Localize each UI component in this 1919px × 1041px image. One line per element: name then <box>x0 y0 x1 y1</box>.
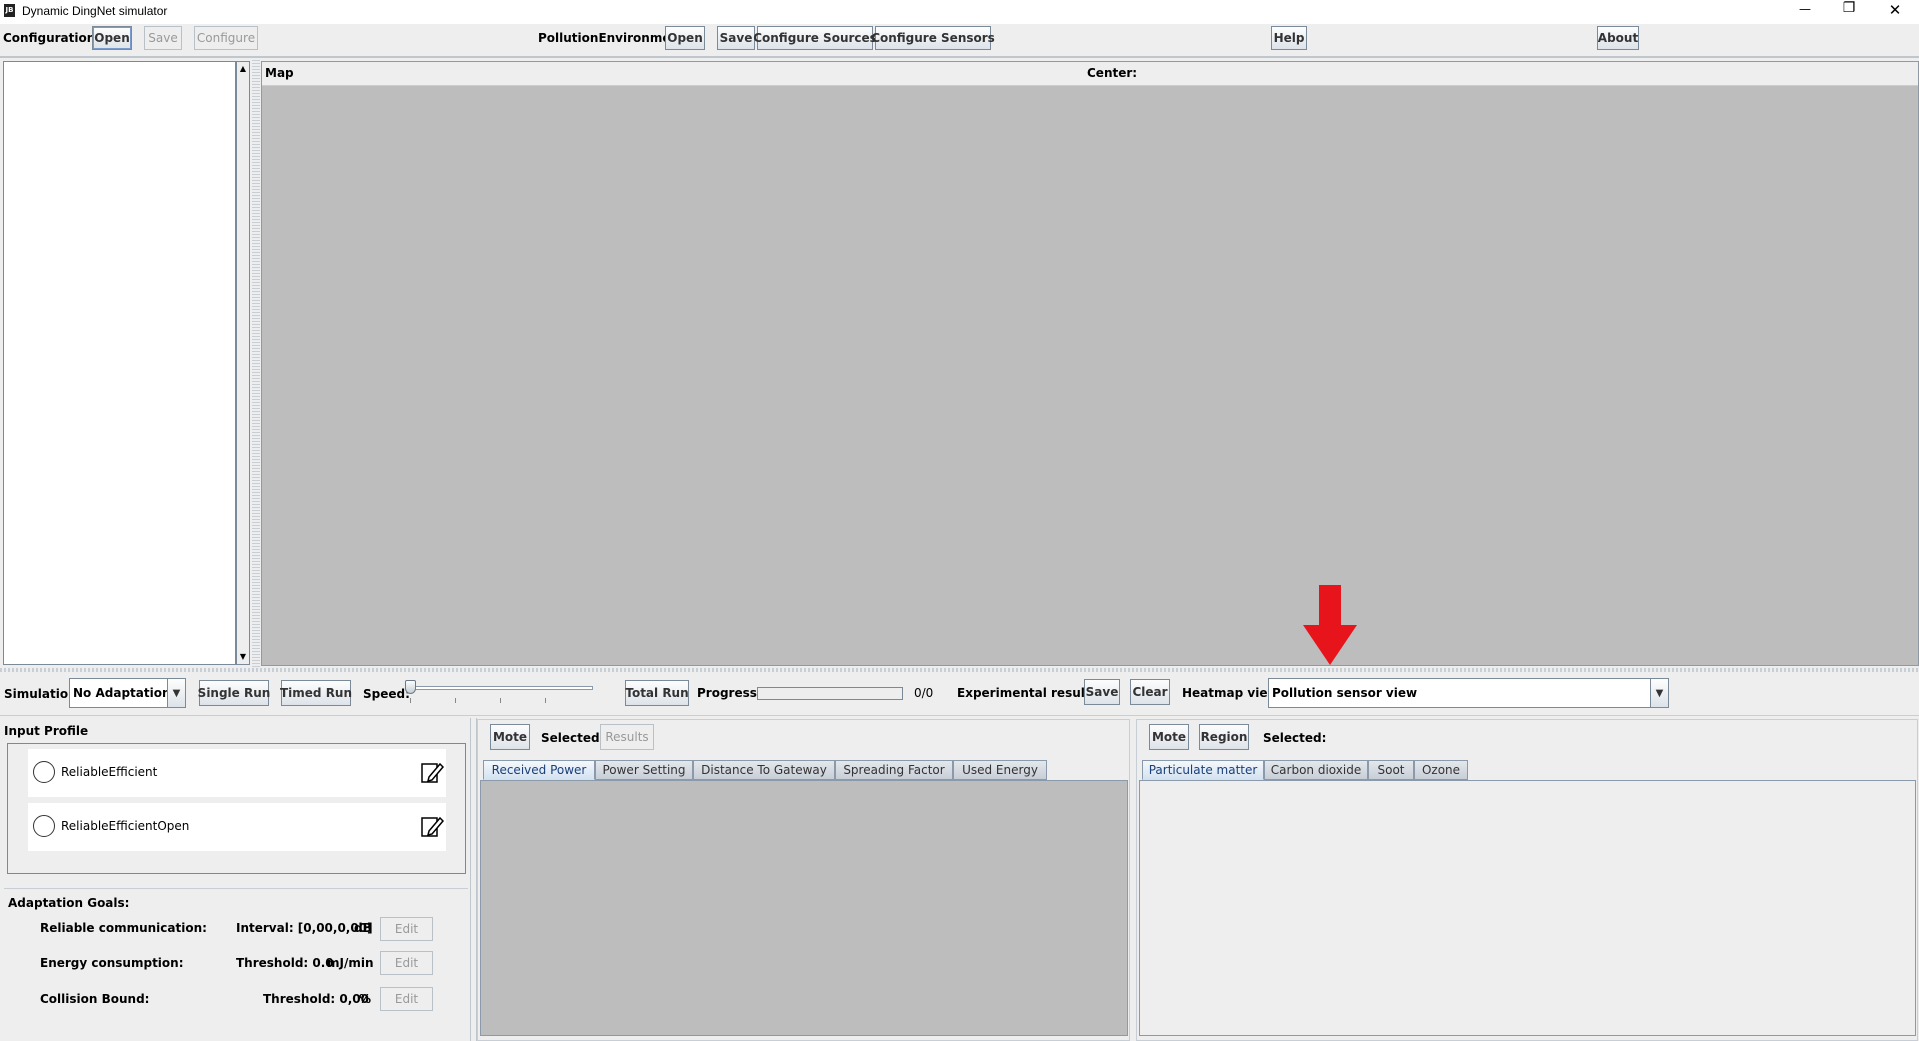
map-title: Map <box>265 66 294 80</box>
edit-icon[interactable] <box>420 759 444 785</box>
input-profile-list: ReliableEfficient ReliableEfficientOpen <box>7 743 466 874</box>
chevron-down-icon[interactable]: ▼ <box>167 679 185 707</box>
goal-value: Interval: [0,00,0,00] <box>236 921 373 935</box>
split-pane-divider[interactable] <box>252 58 260 668</box>
scroll-down-icon[interactable]: ▼ <box>237 650 249 664</box>
profile-radio[interactable] <box>33 761 55 783</box>
mote-chart-area <box>480 780 1128 1036</box>
profile-name: ReliableEfficientOpen <box>61 819 190 833</box>
map-panel: Map Center: <box>261 61 1919 666</box>
scroll-up-icon[interactable]: ▲ <box>237 62 249 76</box>
slider-track <box>405 686 593 690</box>
progress-text: 0/0 <box>914 686 934 700</box>
tab-spreading-factor[interactable]: Spreading Factor <box>835 760 953 780</box>
configure-sensors-button[interactable]: Configure Sensors <box>871 26 995 50</box>
about-button[interactable]: About <box>1597 26 1639 50</box>
goal-value: Threshold: 0,00 <box>263 992 370 1006</box>
heatmap-view-value: Pollution sensor view <box>1272 686 1418 700</box>
goal-value: Threshold: 0.0 <box>236 956 334 970</box>
profile-name: ReliableEfficient <box>61 765 158 779</box>
profile-item[interactable]: ReliableEfficient <box>28 749 446 797</box>
config-open-button[interactable]: Open <box>92 26 132 50</box>
goal-name: Energy consumption: <box>40 956 184 970</box>
tab-particulate-matter[interactable]: Particulate matter <box>1142 760 1264 780</box>
help-button[interactable]: Help <box>1271 26 1307 50</box>
close-icon[interactable]: ✕ <box>1880 1 1910 19</box>
goal-unit: dB <box>354 921 372 935</box>
configuration-tree[interactable] <box>3 61 236 665</box>
goal-edit-button[interactable]: Edit <box>380 987 433 1011</box>
slider-thumb[interactable] <box>405 680 416 694</box>
tab-distance-to-gateway[interactable]: Distance To Gateway <box>693 760 835 780</box>
java-app-icon: JB <box>4 4 15 17</box>
goal-unit: mJ/min <box>327 956 374 970</box>
minimize-icon[interactable]: — <box>1790 2 1820 16</box>
restore-icon[interactable]: ❐ <box>1834 0 1864 16</box>
configure-sources-button[interactable]: Configure Sources <box>753 26 877 50</box>
tab-used-energy[interactable]: Used Energy <box>953 760 1047 780</box>
selected-label: Selected: <box>541 731 605 745</box>
tab-soot[interactable]: Soot <box>1368 760 1414 780</box>
tab-power-setting[interactable]: Power Setting <box>595 760 693 780</box>
tab-ozone[interactable]: Ozone <box>1414 760 1468 780</box>
toolbar-separator <box>0 56 1919 58</box>
adaptation-select[interactable]: No Adaptation ▼ <box>69 678 186 708</box>
progress-label: Progress: <box>697 686 762 700</box>
results-clear-button[interactable]: Clear <box>1130 679 1170 705</box>
mote-results-panel: Mote Selected: Results Received Power Po… <box>477 719 1130 1041</box>
simulation-label: Simulation <box>4 687 77 701</box>
goal-unit: % <box>359 992 372 1006</box>
heatmap-view-select[interactable]: Pollution sensor view ▼ <box>1268 678 1669 708</box>
results-button[interactable]: Results <box>600 724 654 750</box>
configuration-label: Configuration: <box>3 31 101 45</box>
profile-item[interactable]: ReliableEfficientOpen <box>28 803 446 851</box>
profile-radio[interactable] <box>33 815 55 837</box>
panel-divider <box>470 718 471 1041</box>
speed-slider[interactable] <box>405 680 595 706</box>
single-run-button[interactable]: Single Run <box>198 680 270 706</box>
adaptation-goals-title: Adaptation Goals: <box>8 896 130 910</box>
window-title: Dynamic DingNet simulator <box>22 4 168 18</box>
input-profile-title: Input Profile <box>4 724 89 738</box>
config-configure-button[interactable]: Configure <box>194 26 258 50</box>
goal-edit-button[interactable]: Edit <box>380 917 433 941</box>
goal-name: Reliable communication: <box>40 921 207 935</box>
simulation-bar-separator <box>0 668 1919 672</box>
goal-name: Collision Bound: <box>40 992 150 1006</box>
config-save-button[interactable]: Save <box>144 26 182 50</box>
map-center-label: Center: <box>1087 66 1138 80</box>
tab-carbon-dioxide[interactable]: Carbon dioxide <box>1264 760 1368 780</box>
speed-label: Speed: <box>363 687 410 701</box>
region-chart-area <box>1139 780 1916 1036</box>
region-panel: Mote Region Selected: Particulate matter… <box>1136 719 1918 1041</box>
progress-bar <box>757 687 903 700</box>
chevron-down-icon[interactable]: ▼ <box>1650 679 1668 707</box>
map-header: Map Center: <box>262 62 1918 86</box>
lower-separator <box>0 715 1919 716</box>
total-run-button[interactable]: Total Run <box>625 680 689 706</box>
experimental-results-label: Experimental results: <box>957 686 1103 700</box>
mote-button[interactable]: Mote <box>490 724 530 750</box>
edit-icon[interactable] <box>420 813 444 839</box>
pollution-save-button[interactable]: Save <box>717 26 755 50</box>
region-mote-button[interactable]: Mote <box>1149 724 1189 750</box>
timed-run-button[interactable]: Timed Run <box>280 680 352 706</box>
region-button[interactable]: Region <box>1199 724 1249 750</box>
map-canvas[interactable] <box>262 87 1918 665</box>
title-bar: JB Dynamic DingNet simulator — ❐ ✕ <box>0 0 1919 24</box>
results-save-button[interactable]: Save <box>1084 679 1120 705</box>
vertical-scrollbar[interactable]: ▲ ▼ <box>236 61 250 665</box>
goal-edit-button[interactable]: Edit <box>380 951 433 975</box>
tab-received-power[interactable]: Received Power <box>483 760 595 780</box>
region-selected-label: Selected: <box>1263 731 1327 745</box>
pollution-open-button[interactable]: Open <box>665 26 705 50</box>
adaptation-value: No Adaptation <box>73 686 167 700</box>
red-down-arrow-icon <box>1303 585 1357 665</box>
slider-ticks <box>410 698 590 703</box>
